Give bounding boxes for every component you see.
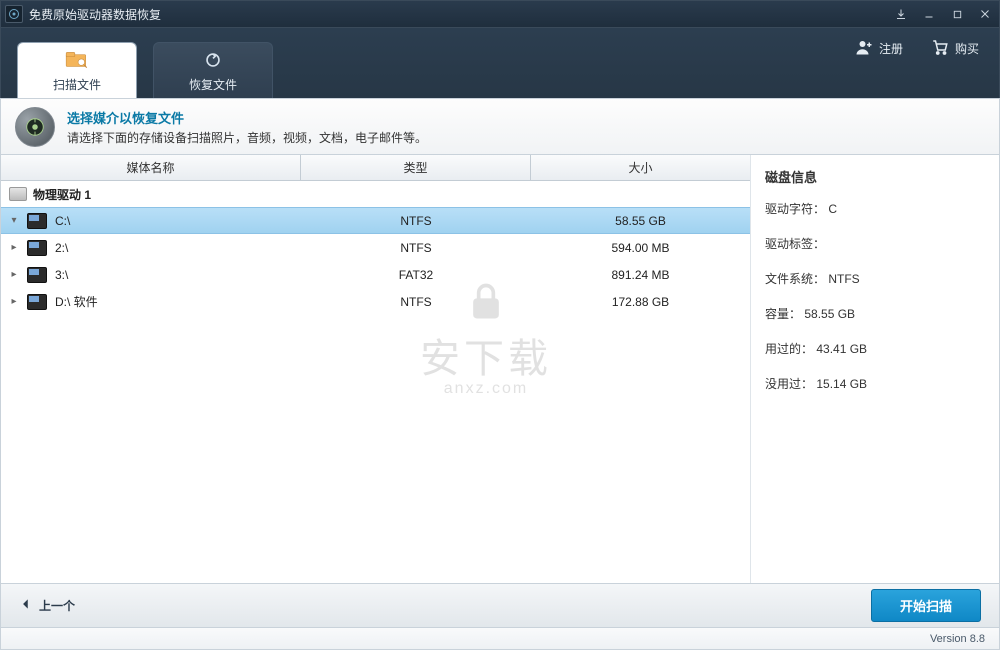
row-name: 2:\ [55, 241, 301, 255]
folder-search-icon [64, 49, 90, 74]
row-type: NTFS [301, 295, 531, 309]
info-subtitle: 请选择下面的存储设备扫描照片，音频，视频，文档，电子邮件等。 [67, 129, 427, 146]
group-label: 物理驱动 1 [33, 186, 91, 203]
capacity-value: 58.55 GB [804, 307, 855, 321]
drive-icon [27, 294, 47, 310]
disk-info-pane: 磁盘信息 驱动字符： C 驱动标签： 文件系统： NTFS 容量： 58.55 … [751, 155, 999, 583]
table-row[interactable]: ▸ 3:\FAT32891.24 MB [1, 261, 750, 288]
buy-button[interactable]: 购买 [931, 38, 979, 59]
row-size: 594.00 MB [531, 241, 750, 255]
row-name: 3:\ [55, 268, 301, 282]
col-size[interactable]: 大小 [531, 155, 750, 180]
back-button[interactable]: 上一个 [19, 597, 75, 614]
row-type: NTFS [301, 214, 531, 228]
version-label: Version 8.8 [930, 633, 985, 645]
start-scan-button[interactable]: 开始扫描 [871, 589, 981, 622]
user-plus-icon [855, 38, 873, 59]
used-label: 用过的： [765, 342, 813, 356]
col-media-name[interactable]: 媒体名称 [1, 155, 301, 180]
media-scan-icon [15, 107, 55, 147]
title-bar: 免费原始驱动器数据恢复 [0, 0, 1000, 28]
physical-drive-group[interactable]: 物理驱动 1 [1, 181, 750, 207]
row-size: 58.55 GB [531, 214, 750, 228]
table-body: 物理驱动 1 ▾C:\NTFS58.55 GB▸2:\NTFS594.00 MB… [1, 181, 750, 583]
disk-group-icon [9, 187, 27, 201]
buy-label: 购买 [955, 40, 979, 57]
bottom-bar: 上一个 开始扫描 [0, 583, 1000, 628]
row-collapser-icon: ▸ [1, 269, 27, 280]
disk-info-title: 磁盘信息 [765, 167, 985, 186]
recover-icon [200, 49, 226, 74]
header-band: 扫描文件 恢复文件 注册 购买 [0, 28, 1000, 98]
close-button[interactable] [971, 1, 999, 27]
row-collapser-icon: ▾ [1, 215, 27, 226]
row-name: D:\ 软件 [55, 293, 301, 310]
register-button[interactable]: 注册 [855, 38, 903, 59]
col-type[interactable]: 类型 [301, 155, 531, 180]
drive-icon [27, 267, 47, 283]
row-collapser-icon: ▸ [1, 296, 27, 307]
fs-label: 文件系统： [765, 272, 825, 286]
register-label: 注册 [879, 40, 903, 57]
drive-icon [27, 213, 47, 229]
used-value: 43.41 GB [816, 342, 867, 356]
info-title: 选择媒介以恢复文件 [67, 108, 427, 127]
fs-value: NTFS [828, 272, 859, 286]
cart-icon [931, 38, 949, 59]
chevron-left-icon [19, 597, 33, 614]
drive-tag-label: 驱动标签： [765, 237, 825, 251]
drive-icon [27, 240, 47, 256]
free-value: 15.14 GB [816, 377, 867, 391]
tab-scan-files[interactable]: 扫描文件 [17, 42, 137, 98]
table-row[interactable]: ▸ D:\ 软件NTFS172.88 GB [1, 288, 750, 315]
download-titlebar-icon[interactable] [887, 1, 915, 27]
info-strip: 选择媒介以恢复文件 请选择下面的存储设备扫描照片，音频，视频，文档，电子邮件等。 [0, 98, 1000, 155]
row-size: 172.88 GB [531, 295, 750, 309]
row-collapser-icon: ▸ [1, 242, 27, 253]
back-label: 上一个 [39, 597, 75, 614]
app-logo-icon [5, 5, 23, 23]
free-label: 没用过： [765, 377, 813, 391]
table-header: 媒体名称 类型 大小 [1, 155, 750, 181]
window-title: 免费原始驱动器数据恢复 [29, 6, 161, 23]
row-type: NTFS [301, 241, 531, 255]
version-bar: Version 8.8 [0, 628, 1000, 650]
minimize-button[interactable] [915, 1, 943, 27]
drive-list-pane: 媒体名称 类型 大小 物理驱动 1 ▾C:\NTFS58.55 GB▸2:\NT… [1, 155, 751, 583]
row-type: FAT32 [301, 268, 531, 282]
table-row[interactable]: ▾ C:\NTFS58.55 GB [1, 207, 750, 234]
row-size: 891.24 MB [531, 268, 750, 282]
tab-recover-label: 恢复文件 [189, 76, 237, 93]
drive-letter-value: C [828, 202, 837, 216]
row-name: C:\ [55, 214, 301, 228]
table-row[interactable]: ▸ 2:\NTFS594.00 MB [1, 234, 750, 261]
tab-scan-label: 扫描文件 [53, 76, 101, 93]
maximize-button[interactable] [943, 1, 971, 27]
tab-recover-files[interactable]: 恢复文件 [153, 42, 273, 98]
capacity-label: 容量： [765, 307, 801, 321]
drive-letter-label: 驱动字符： [765, 202, 825, 216]
